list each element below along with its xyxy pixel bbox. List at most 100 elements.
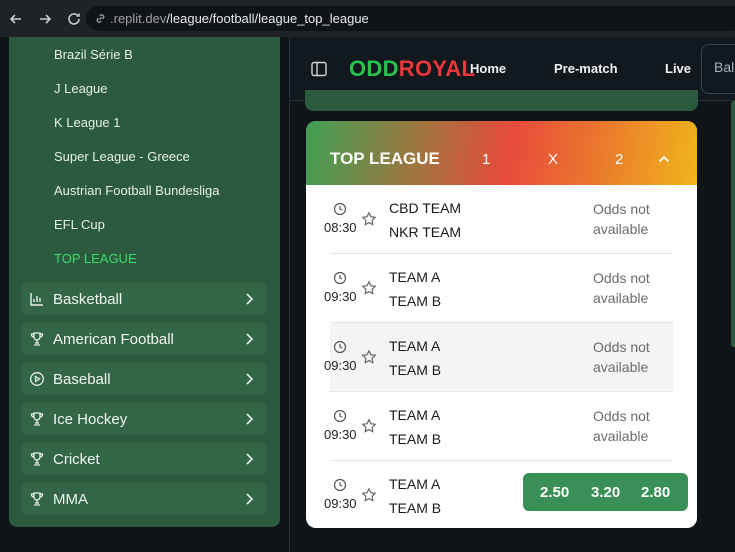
chevron-right-icon — [246, 453, 254, 465]
trophy-icon — [29, 451, 45, 467]
sidebar-subitem-top-league[interactable]: TOP LEAGUE — [54, 251, 137, 266]
odds-unavailable-line2: available — [593, 290, 649, 306]
clock-icon — [333, 271, 347, 285]
star-icon[interactable] — [361, 349, 377, 365]
star-icon[interactable] — [361, 418, 377, 434]
match-time: 09:30 — [324, 358, 357, 373]
home-team: TEAM A — [389, 476, 441, 492]
sidebar-item-label: American Football — [53, 330, 174, 348]
logo-royal: ROYAL — [398, 56, 476, 81]
odds-unavailable-line2: available — [593, 428, 649, 444]
chevron-right-icon — [246, 293, 254, 305]
match-row[interactable]: 09:30 TEAM A TEAM B Odds not available — [306, 323, 697, 392]
bar-chart-icon — [29, 291, 45, 307]
sidebar-subitem-efl-cup[interactable]: EFL Cup — [54, 217, 105, 232]
browser-toolbar: .replit.dev/league/football/league_top_l… — [0, 0, 735, 37]
previous-league-card — [305, 90, 698, 111]
clock-icon — [333, 202, 347, 216]
sidebar-item-label: Ice Hockey — [53, 410, 128, 428]
sidebar-item-mma[interactable]: MMA — [21, 483, 267, 515]
odds-unavailable-line1: Odds not — [593, 201, 650, 217]
away-team: NKR TEAM — [389, 224, 462, 240]
chevron-right-icon — [246, 413, 254, 425]
nav-home[interactable]: Home — [470, 61, 506, 76]
odd-away-button[interactable]: 2.80 — [641, 484, 670, 501]
clock-icon — [333, 478, 347, 492]
sidebar-item-label: Cricket — [53, 450, 100, 468]
match-time: 09:30 — [324, 496, 357, 511]
sidebar-subitem-brazil-serie-b[interactable]: Brazil Série B — [54, 47, 133, 62]
match-row[interactable]: 09:30 TEAM A TEAM B 2.50 3.20 2.80 — [306, 461, 697, 528]
sidebar: Brazil Série B J League K League 1 Super… — [9, 37, 280, 527]
home-team: TEAM A — [389, 269, 441, 285]
reload-icon[interactable] — [61, 6, 87, 32]
sidebar-subitem-austrian-bundesliga[interactable]: Austrian Football Bundesliga — [54, 183, 220, 198]
away-team: TEAM B — [389, 431, 442, 447]
chevron-up-icon[interactable] — [656, 151, 672, 167]
balance-box[interactable]: Bal — [701, 44, 735, 94]
sidebar-item-label: Basketball — [53, 290, 123, 308]
nav-pre-match[interactable]: Pre-match — [554, 61, 618, 76]
league-card: TOP LEAGUE 1 X 2 08:30 CBD TEAM NKR TEAM… — [306, 121, 697, 528]
back-arrow-icon[interactable] — [3, 6, 29, 32]
sidebar-subitem-super-league-greece[interactable]: Super League - Greece — [54, 149, 190, 164]
sidebar-item-basketball[interactable]: Basketball — [21, 283, 267, 315]
sidebar-item-american-football[interactable]: American Football — [21, 323, 267, 355]
home-team: TEAM A — [389, 407, 441, 423]
odds-unavailable-line2: available — [593, 221, 649, 237]
odds-unavailable-line2: available — [593, 359, 649, 375]
sidebar-toggle-icon[interactable] — [310, 60, 328, 78]
column-header-2: 2 — [615, 151, 624, 168]
chevron-right-icon — [246, 333, 254, 345]
odds-unavailable: Odds not available — [593, 268, 650, 308]
trophy-icon — [29, 331, 45, 347]
clock-icon — [333, 409, 347, 423]
odd-home-button[interactable]: 2.50 — [540, 484, 569, 501]
match-row[interactable]: 09:30 TEAM A TEAM B Odds not available — [306, 392, 697, 461]
match-time: 09:30 — [324, 289, 357, 304]
star-icon[interactable] — [361, 487, 377, 503]
sidebar-item-ice-hockey[interactable]: Ice Hockey — [21, 403, 267, 435]
sidebar-subitem-j-league[interactable]: J League — [54, 81, 108, 96]
odds-unavailable-line1: Odds not — [593, 339, 650, 355]
odds-unavailable: Odds not available — [593, 337, 650, 377]
match-row[interactable]: 09:30 TEAM A TEAM B Odds not available — [306, 254, 697, 323]
match-row[interactable]: 08:30 CBD TEAM NKR TEAM Odds not availab… — [306, 185, 697, 254]
sidebar-item-baseball[interactable]: Baseball — [21, 363, 267, 395]
clock-icon — [333, 340, 347, 354]
away-team: TEAM B — [389, 362, 442, 378]
away-team: TEAM B — [389, 293, 442, 309]
address-bar[interactable]: .replit.dev/league/football/league_top_l… — [86, 6, 735, 31]
column-header-x: X — [548, 151, 559, 168]
nav-live[interactable]: Live — [665, 61, 691, 76]
league-title: TOP LEAGUE — [330, 149, 440, 168]
star-icon[interactable] — [361, 280, 377, 296]
brand-logo[interactable]: ODDROYAL — [349, 56, 475, 82]
forward-arrow-icon[interactable] — [32, 6, 58, 32]
sidebar-subitem-k-league-1[interactable]: K League 1 — [54, 115, 121, 130]
home-team: TEAM A — [389, 338, 441, 354]
league-card-header[interactable]: TOP LEAGUE 1 X 2 — [306, 121, 697, 185]
odds-unavailable: Odds not available — [593, 199, 650, 239]
star-icon[interactable] — [361, 211, 377, 227]
home-team: CBD TEAM — [389, 200, 462, 216]
play-circle-icon — [29, 371, 45, 387]
sidebar-item-label: Baseball — [53, 370, 111, 388]
chevron-right-icon — [246, 373, 254, 385]
sidebar-divider — [289, 37, 290, 552]
sidebar-item-cricket[interactable]: Cricket — [21, 443, 267, 475]
balance-label: Bal — [714, 59, 735, 75]
odds-group: 2.50 3.20 2.80 — [523, 473, 688, 511]
sidebar-item-label: MMA — [53, 490, 88, 508]
odds-unavailable-line1: Odds not — [593, 408, 650, 424]
odds-unavailable: Odds not available — [593, 406, 650, 446]
url-host: .replit.dev — [110, 11, 167, 26]
right-panel-edge — [731, 101, 735, 347]
away-team: TEAM B — [389, 500, 442, 516]
url-path: /league/football/league_top_league — [166, 11, 369, 26]
odd-draw-button[interactable]: 3.20 — [591, 484, 620, 501]
odds-unavailable-line1: Odds not — [593, 270, 650, 286]
trophy-icon — [29, 411, 45, 427]
chevron-right-icon — [246, 493, 254, 505]
site-info-icon[interactable] — [94, 12, 107, 25]
